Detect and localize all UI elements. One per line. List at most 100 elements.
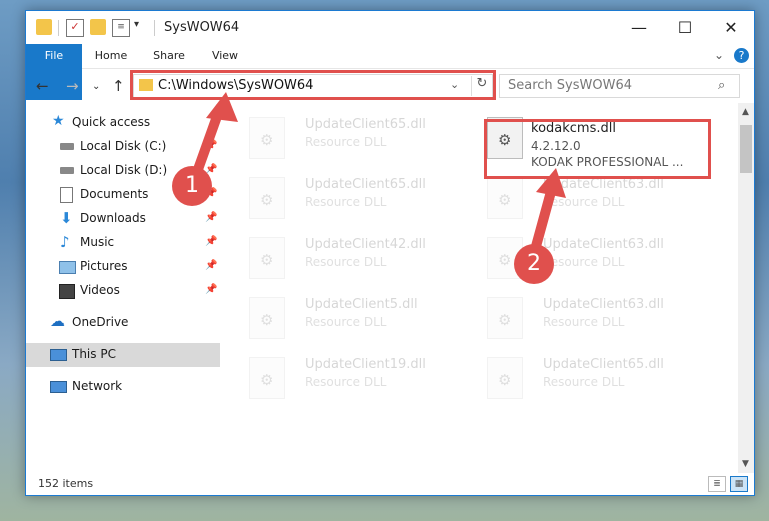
file-type: Resource DLL	[305, 195, 387, 209]
file-item[interactable]: UpdateClient42.dll Resource DLL	[241, 231, 471, 287]
file-name: UpdateClient5.dll	[305, 297, 418, 312]
up-button[interactable]: ↑	[112, 77, 125, 95]
dll-file-icon	[487, 357, 523, 399]
nav-label: Network	[72, 379, 123, 393]
music-icon: ♪	[60, 233, 70, 251]
nav-item-quick-access[interactable]: ★ Quick access	[26, 111, 220, 135]
documents-icon	[60, 187, 73, 203]
maximize-button[interactable]: ☐	[662, 11, 708, 44]
address-highlight	[130, 70, 496, 100]
dll-file-icon	[249, 357, 285, 399]
tab-share[interactable]: Share	[144, 44, 194, 68]
drive-icon	[60, 167, 74, 174]
dll-file-icon	[249, 117, 285, 159]
file-name: UpdateClient65.dll	[305, 177, 426, 192]
scroll-up-icon[interactable]: ▲	[742, 107, 749, 117]
file-type: Resource DLL	[543, 195, 625, 209]
file-item[interactable]: UpdateClient19.dll Resource DLL	[241, 351, 471, 407]
download-icon: ⬇	[60, 209, 73, 227]
file-type: Resource DLL	[305, 315, 387, 329]
navigation-pane: ★ Quick access Local Disk (C:) 📌 Local D…	[26, 103, 220, 473]
pin-icon: 📌	[205, 212, 218, 223]
file-name: UpdateClient65.dll	[543, 357, 664, 372]
details-view-icon[interactable]: ≣	[708, 476, 726, 492]
dll-file-icon	[487, 177, 523, 219]
dropdown-icon[interactable]: ▾	[134, 19, 150, 35]
nav-label: Music	[80, 235, 115, 249]
large-icons-view-icon[interactable]: ▦	[730, 476, 748, 492]
file-type: Resource DLL	[543, 255, 625, 269]
network-icon	[50, 381, 67, 393]
star-icon: ★	[52, 113, 65, 129]
recent-dropdown[interactable]: ⌄	[92, 81, 100, 92]
back-button[interactable]: ←	[36, 77, 49, 95]
nav-item-local-disk-c[interactable]: Local Disk (C:) 📌	[26, 135, 220, 159]
file-item[interactable]: UpdateClient63.dll Resource DLL	[479, 291, 709, 347]
title-bar: ✓ ≡ ▾ SysWOW64 — ☐ ✕	[26, 11, 754, 44]
file-item[interactable]: UpdateClient5.dll Resource DLL	[241, 291, 471, 347]
nav-label: Downloads	[80, 211, 146, 225]
file-name: UpdateClient42.dll	[305, 237, 426, 252]
minimize-button[interactable]: —	[616, 11, 662, 44]
scrollbar-thumb[interactable]	[740, 125, 752, 173]
status-bar: 152 items ≣ ▦	[26, 473, 754, 495]
expand-ribbon-icon[interactable]: ⌄	[714, 48, 724, 62]
scroll-down-icon[interactable]: ▼	[742, 459, 749, 469]
item-count: 152 items	[38, 477, 94, 490]
nav-item-music[interactable]: ♪ Music 📌	[26, 231, 220, 255]
file-item[interactable]: UpdateClient63.dll Resource DLL	[479, 171, 709, 227]
nav-item-downloads[interactable]: ⬇ Downloads 📌	[26, 207, 220, 231]
file-item[interactable]: UpdateClient65.dll Resource DLL	[479, 351, 709, 407]
computer-icon	[50, 349, 67, 361]
nav-label: Local Disk (C:)	[80, 139, 167, 153]
cloud-icon: ☁	[50, 312, 65, 330]
nav-item-pictures[interactable]: Pictures 📌	[26, 255, 220, 279]
file-name: UpdateClient63.dll	[543, 177, 664, 192]
properties-icon[interactable]: ✓	[66, 19, 84, 37]
ribbon: File Home Share View ⌄ ?	[26, 44, 754, 100]
tab-view[interactable]: View	[202, 44, 248, 68]
dll-file-icon	[249, 177, 285, 219]
videos-icon	[59, 284, 75, 299]
search-input[interactable]: Search SysWOW64 ⌕	[499, 74, 740, 98]
search-placeholder: Search SysWOW64	[508, 78, 632, 93]
file-type: Resource DLL	[543, 315, 625, 329]
file-name: UpdateClient19.dll	[305, 357, 426, 372]
close-button[interactable]: ✕	[708, 11, 754, 44]
step-2-badge: 2	[514, 244, 554, 284]
nav-item-network[interactable]: Network	[26, 375, 220, 399]
file-list: UpdateClient65.dll Resource DLL UpdateCl…	[231, 103, 738, 473]
forward-button[interactable]: →	[66, 77, 79, 95]
file-name: UpdateClient63.dll	[543, 237, 664, 252]
file-type: Resource DLL	[543, 375, 625, 389]
file-type: Resource DLL	[305, 135, 387, 149]
file-item[interactable]: UpdateClient65.dll Resource DLL	[241, 171, 471, 227]
new-folder-icon[interactable]	[90, 19, 106, 35]
file-item[interactable]: UpdateClient65.dll Resource DLL	[241, 111, 471, 167]
tab-home[interactable]: Home	[86, 44, 136, 68]
search-icon[interactable]: ⌕	[718, 78, 725, 93]
help-icon[interactable]: ?	[734, 48, 749, 63]
nav-label: OneDrive	[72, 315, 129, 329]
customize-icon[interactable]: ≡	[112, 19, 130, 37]
file-name: UpdateClient63.dll	[543, 297, 664, 312]
explorer-window: ✓ ≡ ▾ SysWOW64 — ☐ ✕ File Home Share Vie…	[25, 10, 755, 496]
nav-label: Videos	[80, 283, 120, 297]
nav-item-this-pc[interactable]: This PC	[26, 343, 220, 367]
nav-label: Pictures	[80, 259, 128, 273]
window-title: SysWOW64	[164, 20, 240, 35]
folder-icon	[36, 19, 52, 35]
drive-icon	[60, 143, 74, 150]
file-name: UpdateClient65.dll	[305, 117, 426, 132]
file-type: Resource DLL	[305, 255, 387, 269]
nav-label: This PC	[72, 347, 116, 361]
pin-icon: 📌	[205, 260, 218, 271]
nav-item-onedrive[interactable]: ☁ OneDrive	[26, 311, 220, 335]
file-type: Resource DLL	[305, 375, 387, 389]
pictures-icon	[59, 261, 76, 274]
vertical-scrollbar[interactable]: ▲ ▼	[738, 103, 754, 473]
dll-file-icon	[249, 237, 285, 279]
nav-item-videos[interactable]: Videos 📌	[26, 279, 220, 303]
pin-icon: 📌	[205, 140, 218, 151]
step-1-badge: 1	[172, 166, 212, 206]
